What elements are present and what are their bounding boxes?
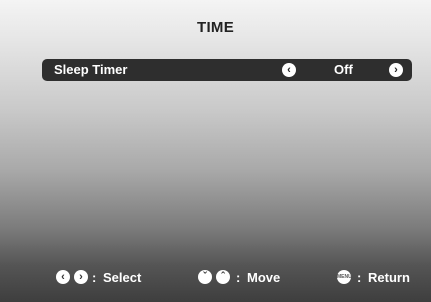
chevron-down-icon: ˇ	[198, 270, 212, 284]
select-hint: ‹ › : Select	[56, 268, 156, 286]
return-sep: :	[357, 270, 362, 285]
select-sep: :	[92, 270, 97, 285]
sleep-timer-value: Off	[334, 62, 353, 77]
sleep-timer-row[interactable]: Sleep Timer ‹ Off ›	[42, 59, 412, 81]
osd-panel: TIME Sleep Timer ‹ Off › ‹ › : Select ˇ …	[0, 0, 431, 302]
sleep-timer-label: Sleep Timer	[54, 62, 128, 77]
move-hint: ˇ ˆ : Move	[198, 268, 298, 286]
return-label: Return	[368, 270, 410, 285]
menu-button-icon: MENU	[337, 270, 352, 284]
chevron-right-icon: ›	[74, 270, 88, 284]
chevron-right-icon[interactable]: ›	[389, 63, 403, 77]
chevron-left-icon[interactable]: ‹	[282, 63, 296, 77]
menu-title: TIME	[196, 19, 235, 36]
return-hint: MENU : Return	[337, 268, 427, 286]
move-sep: :	[236, 270, 241, 285]
select-label: Select	[103, 270, 142, 285]
chevron-left-icon: ‹	[56, 270, 70, 284]
chevron-up-icon: ˆ	[216, 270, 230, 284]
move-label: Move	[247, 270, 281, 285]
